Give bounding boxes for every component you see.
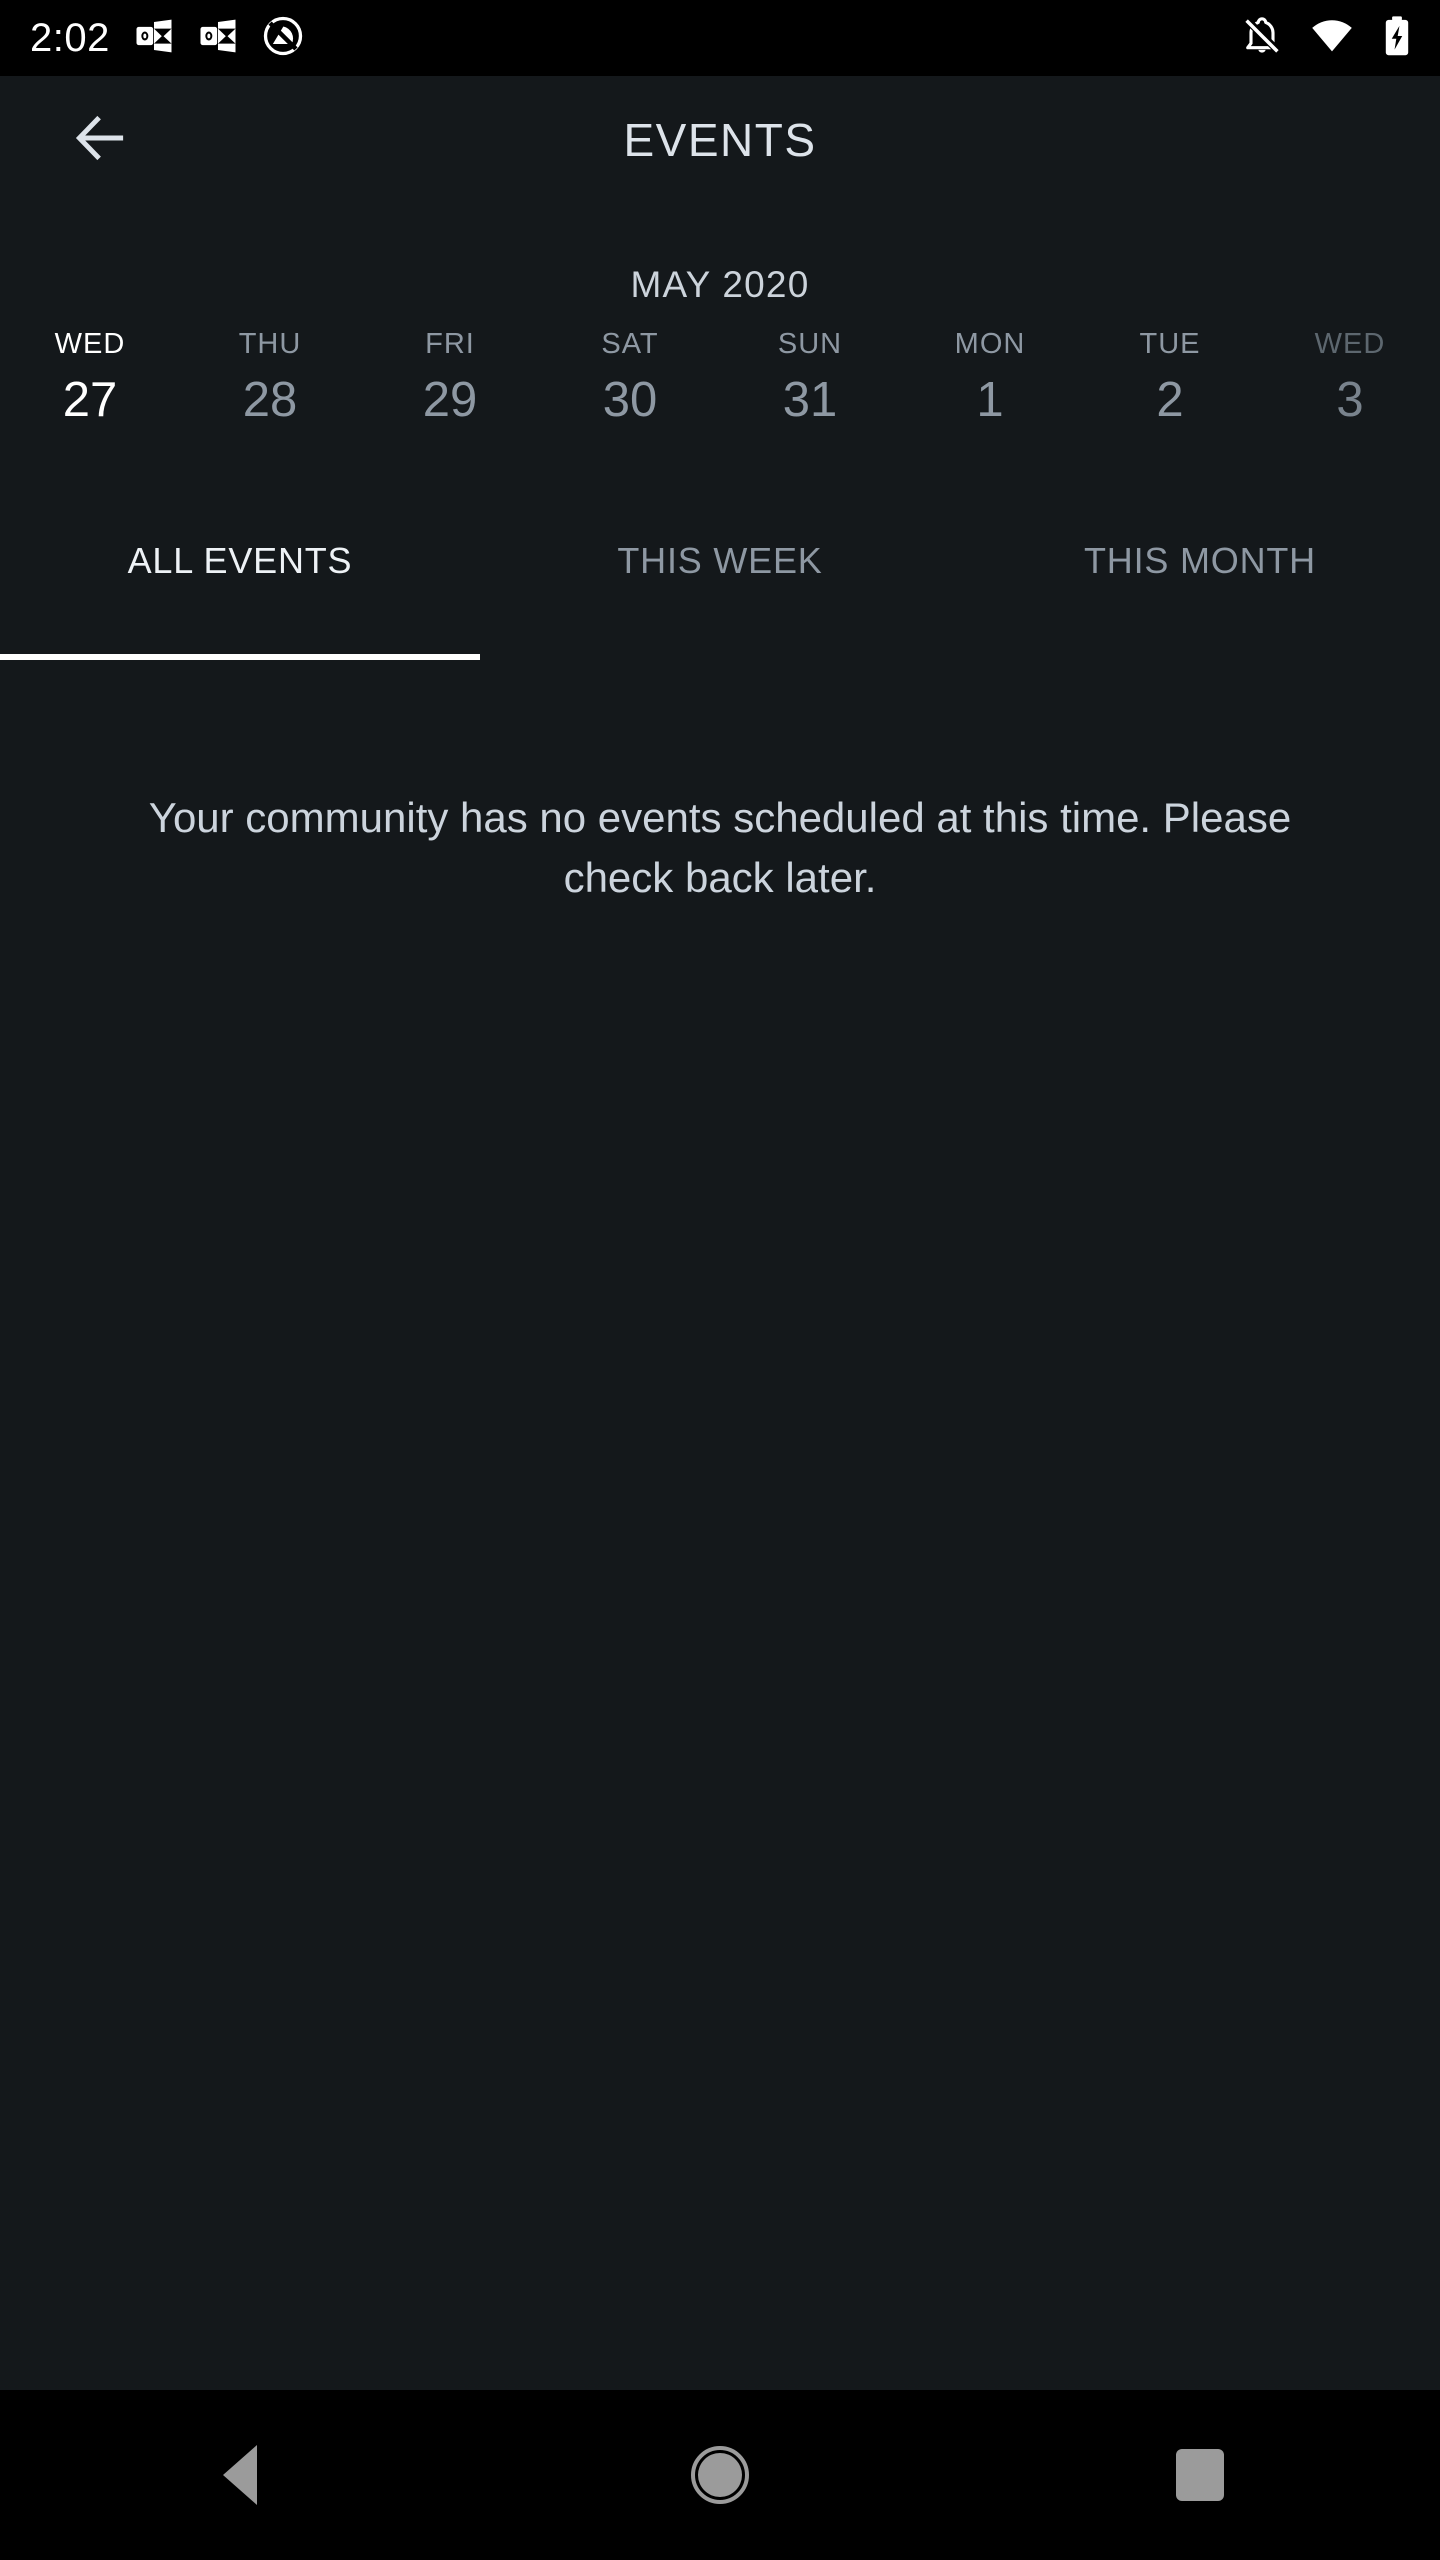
- month-label: MAY 2020: [630, 264, 810, 305]
- outlook-mail-icon: [198, 16, 238, 61]
- day-number-label: 3: [1336, 373, 1364, 427]
- arrow-left-icon: [69, 107, 131, 174]
- tab-label: THIS WEEK: [617, 540, 823, 581]
- calendar-day-cell[interactable]: THU 28: [180, 330, 360, 476]
- page-title: EVENTS: [623, 114, 817, 166]
- tab-label: ALL EVENTS: [127, 540, 353, 581]
- calendar-day-cell[interactable]: MON 1: [900, 330, 1080, 476]
- day-number-label: 1: [976, 373, 1004, 427]
- circle-slash-icon: [262, 15, 304, 62]
- active-tab-indicator: [0, 654, 480, 660]
- calendar-day-cell[interactable]: TUE 2: [1080, 330, 1260, 476]
- status-bar-left: 2:02: [30, 15, 304, 62]
- day-name-label: TUE: [1139, 328, 1201, 360]
- day-name-label: SAT: [601, 328, 659, 360]
- nav-home-inner-dot: [698, 2453, 742, 2497]
- calendar-day-strip[interactable]: WED 27 THU 28 FRI 29 SAT 30 SUN 31 MON 1…: [0, 316, 1440, 476]
- day-number-label: 30: [602, 373, 658, 427]
- status-bar-clock: 2:02: [30, 16, 110, 60]
- day-name-label: WED: [1314, 328, 1386, 360]
- calendar-day-cell[interactable]: SAT 30: [540, 330, 720, 476]
- calendar-day-cell[interactable]: WED 27: [0, 330, 180, 476]
- day-number-label: 31: [782, 373, 838, 427]
- wifi-icon: [1310, 14, 1354, 63]
- nav-back-icon: [223, 2445, 257, 2505]
- battery-charging-icon: [1380, 15, 1414, 62]
- tab-all-events[interactable]: ALL EVENTS: [0, 512, 480, 660]
- calendar-day-cell[interactable]: WED 3: [1260, 330, 1440, 476]
- bell-off-icon: [1240, 14, 1284, 63]
- back-button[interactable]: [46, 86, 154, 194]
- day-number-label: 29: [422, 373, 478, 427]
- day-number-label: 28: [242, 373, 298, 427]
- tab-label: THIS MONTH: [1084, 540, 1316, 581]
- calendar-day-cell[interactable]: SUN 31: [720, 330, 900, 476]
- day-name-label: SUN: [777, 328, 843, 360]
- empty-state-message: Your community has no events scheduled a…: [148, 794, 1292, 902]
- status-bar: 2:02: [0, 0, 1440, 76]
- nav-recents-icon: [1176, 2449, 1224, 2501]
- status-bar-right: [1240, 14, 1414, 63]
- outlook-mail-icon: [134, 16, 174, 61]
- tab-this-month[interactable]: THIS MONTH: [960, 512, 1440, 660]
- nav-recents-button[interactable]: [960, 2390, 1440, 2560]
- day-name-label: WED: [54, 328, 126, 360]
- nav-home-button[interactable]: [480, 2390, 960, 2560]
- day-number-label: 2: [1156, 373, 1184, 427]
- events-content-area: Your community has no events scheduled a…: [0, 660, 1440, 2390]
- day-name-label: FRI: [425, 328, 475, 360]
- day-name-label: MON: [954, 328, 1026, 360]
- tab-this-week[interactable]: THIS WEEK: [480, 512, 960, 660]
- events-filter-tab-bar: ALL EVENTS THIS WEEK THIS MONTH: [0, 512, 1440, 660]
- app-header: EVENTS: [0, 76, 1440, 204]
- app-screen: 2:02 EVENTS MAY 2020 WED 27 THU 28 FRI 2…: [0, 0, 1440, 2560]
- nav-back-button[interactable]: [0, 2390, 480, 2560]
- android-navigation-bar: [0, 2390, 1440, 2560]
- nav-home-icon: [691, 2446, 749, 2504]
- calendar-day-cell[interactable]: FRI 29: [360, 330, 540, 476]
- day-number-label: 27: [62, 373, 118, 427]
- day-name-label: THU: [238, 328, 302, 360]
